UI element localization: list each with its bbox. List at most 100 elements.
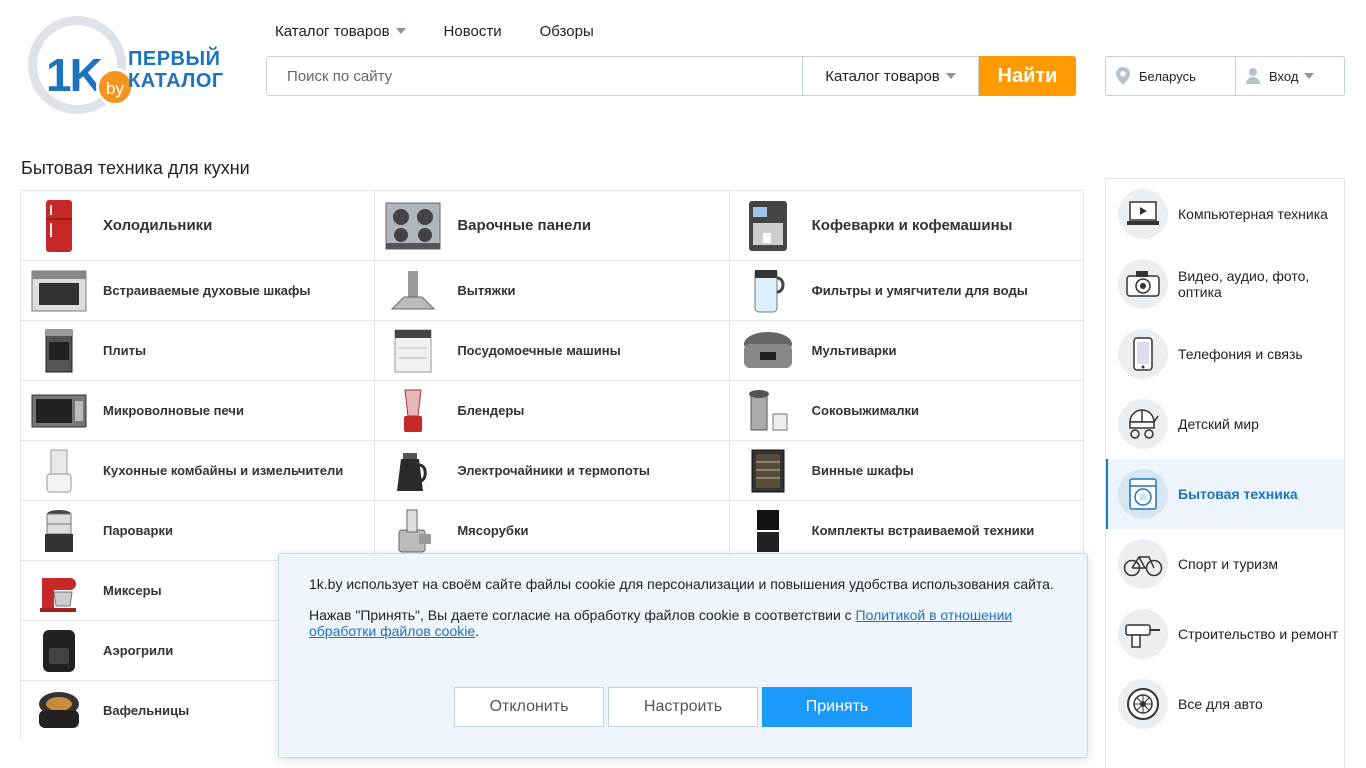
chevron-down-icon xyxy=(1304,73,1315,79)
category-hobs[interactable]: Варочные панели xyxy=(375,190,730,260)
sidebar-item-kids[interactable]: Детский мир xyxy=(1106,389,1344,459)
user-icon xyxy=(1246,68,1260,84)
water-filter-icon xyxy=(738,268,798,314)
search-scope-select[interactable]: Каталог товаров xyxy=(802,56,979,96)
wine-cabinet-icon xyxy=(738,448,798,494)
sidebar-item-auto[interactable]: Все для авто xyxy=(1106,669,1344,739)
search-button[interactable]: Найти xyxy=(979,56,1076,96)
waffle-maker-icon xyxy=(29,688,89,734)
air-fryer-icon xyxy=(29,628,89,674)
food-processor-icon xyxy=(29,448,89,494)
category-label: Кофеварки и кофемашины xyxy=(811,217,1013,234)
login-label: Вход xyxy=(1269,68,1299,84)
steamer-icon xyxy=(29,508,89,554)
category-food-processors[interactable]: Кухонные комбайны и измельчители xyxy=(21,440,376,500)
category-label: Варочные панели xyxy=(457,217,592,234)
category-row: Микроволновые печи Блендеры Соковыжималк… xyxy=(20,380,1084,440)
category-stoves[interactable]: Плиты xyxy=(21,320,376,380)
accept-button[interactable]: Принять xyxy=(762,687,912,727)
category-row: Пароварки Мясорубки Комплекты встраиваем… xyxy=(20,500,1084,560)
category-range-hoods[interactable]: Вытяжки xyxy=(375,260,730,320)
category-label: Микроволновые печи xyxy=(103,403,244,418)
coffee-machine-icon xyxy=(738,200,798,252)
category-label: Пароварки xyxy=(103,523,173,538)
sidebar-item-computers[interactable]: Компьютерная техника xyxy=(1106,179,1344,249)
search-bar: Каталог товаров Найти xyxy=(266,56,1076,96)
site-logo[interactable]: 1K by ПЕРВЫЙ КАТАЛОГ xyxy=(26,12,226,116)
cookie-consent-suffix: . xyxy=(475,623,480,639)
catalog-sidebar: Компьютерная техника Видео, аудио, фото,… xyxy=(1105,178,1345,768)
category-built-in-ovens[interactable]: Встраиваемые духовые шкафы xyxy=(21,260,376,320)
phone-icon xyxy=(1118,329,1168,379)
sidebar-item-label: Бытовая техника xyxy=(1178,486,1298,502)
sidebar-item-label: Телефония и связь xyxy=(1178,346,1303,362)
region-label: Беларусь xyxy=(1139,68,1196,84)
category-blenders[interactable]: Блендеры xyxy=(375,380,730,440)
nav-catalog-label: Каталог товаров xyxy=(275,22,390,40)
decline-button[interactable]: Отклонить xyxy=(454,687,604,727)
top-navigation: Каталог товаров Новости Обзоры xyxy=(275,20,632,42)
category-label: Винные шкафы xyxy=(811,463,914,478)
category-row: Плиты Посудомоечные машины Мультиварки xyxy=(20,320,1084,380)
nav-news[interactable]: Новости xyxy=(444,20,502,42)
multicooker-icon xyxy=(738,328,798,374)
drill-icon xyxy=(1118,609,1168,659)
category-built-in-sets[interactable]: Комплекты встраиваемой техники xyxy=(729,500,1084,560)
category-row: Холодильники Варочные панели Кофеварки и… xyxy=(20,190,1084,260)
cookie-consent-prefix: Нажав "Принять", Вы даете согласие на об… xyxy=(309,607,856,623)
logo-text: ПЕРВЫЙ КАТАЛОГ xyxy=(128,48,224,92)
category-steamers[interactable]: Пароварки xyxy=(21,500,376,560)
range-hood-icon xyxy=(383,268,443,314)
category-kettles[interactable]: Электрочайники и термопоты xyxy=(375,440,730,500)
nav-news-label: Новости xyxy=(443,22,502,40)
category-water-filters[interactable]: Фильтры и умягчители для воды xyxy=(729,260,1084,320)
category-row: Кухонные комбайны и измельчители Электро… xyxy=(20,440,1084,500)
microwave-icon xyxy=(29,388,89,434)
sidebar-item-audio-video[interactable]: Видео, аудио, фото, оптика xyxy=(1106,249,1344,319)
category-microwaves[interactable]: Микроволновые печи xyxy=(21,380,376,440)
nav-catalog[interactable]: Каталог товаров xyxy=(275,20,406,42)
stove-icon xyxy=(29,328,89,374)
region-selector[interactable]: Беларусь xyxy=(1106,57,1236,95)
section-title: Бытовая техника для кухни xyxy=(21,158,250,178)
category-refrigerators[interactable]: Холодильники xyxy=(21,190,376,260)
sidebar-item-construction[interactable]: Строительство и ремонт xyxy=(1106,599,1344,669)
sidebar-item-label: Компьютерная техника xyxy=(1178,206,1328,222)
juicer-icon xyxy=(738,388,798,434)
nav-reviews[interactable]: Обзоры xyxy=(540,20,594,42)
oven-icon xyxy=(29,268,89,314)
category-juicers[interactable]: Соковыжималки xyxy=(729,380,1084,440)
category-label: Кухонные комбайны и измельчители xyxy=(103,463,344,478)
category-label: Холодильники xyxy=(103,217,213,234)
appliance-set-icon xyxy=(738,508,798,554)
blender-icon xyxy=(383,388,443,434)
category-dishwashers[interactable]: Посудомоечные машины xyxy=(375,320,730,380)
cookie-text-consent: Нажав "Принять", Вы даете согласие на об… xyxy=(309,607,1057,639)
chevron-down-icon xyxy=(395,28,406,34)
category-wine-cabinets[interactable]: Винные шкафы xyxy=(729,440,1084,500)
sidebar-item-label: Спорт и туризм xyxy=(1178,556,1279,572)
login-button[interactable]: Вход xyxy=(1236,57,1344,95)
camera-icon xyxy=(1118,259,1168,309)
category-label: Мультиварки xyxy=(811,343,897,358)
category-label: Мясорубки xyxy=(457,523,529,538)
cookie-buttons: Отклонить Настроить Принять xyxy=(454,687,912,727)
sidebar-item-label: Строительство и ремонт xyxy=(1178,626,1339,642)
sidebar-item-sport[interactable]: Спорт и туризм xyxy=(1106,529,1344,599)
category-label: Фильтры и умягчители для воды xyxy=(811,283,1028,298)
category-label: Вафельницы xyxy=(103,703,190,718)
configure-button[interactable]: Настроить xyxy=(608,687,758,727)
logo-mark: 1K xyxy=(46,49,103,101)
category-label: Электрочайники и термопоты xyxy=(457,463,651,478)
chevron-down-icon xyxy=(945,73,956,79)
meat-grinder-icon xyxy=(383,508,443,554)
category-label: Блендеры xyxy=(457,403,525,418)
sidebar-item-phones[interactable]: Телефония и связь xyxy=(1106,319,1344,389)
search-input[interactable] xyxy=(266,56,802,96)
category-coffee-machines[interactable]: Кофеварки и кофемашины xyxy=(729,190,1084,260)
sidebar-item-appliances[interactable]: Бытовая техника xyxy=(1106,459,1344,529)
laptop-icon xyxy=(1118,189,1168,239)
bicycle-icon xyxy=(1118,539,1168,589)
category-meat-grinders[interactable]: Мясорубки xyxy=(375,500,730,560)
category-multicookers[interactable]: Мультиварки xyxy=(729,320,1084,380)
